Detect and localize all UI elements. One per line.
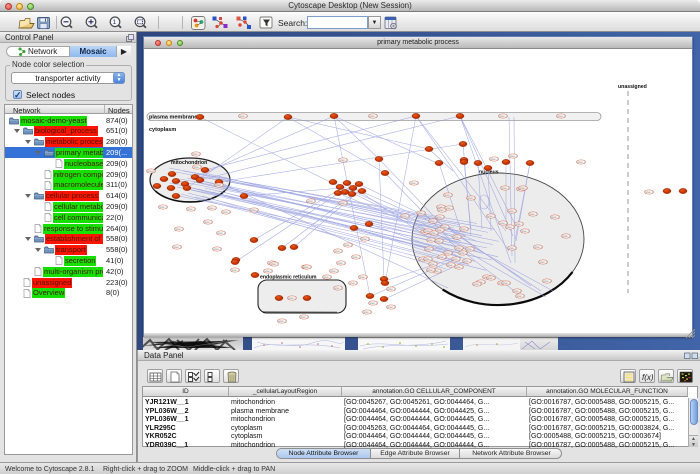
svg-text:(xxx..): (xxx..) [435, 239, 443, 243]
svg-text:(xxx..): (xxx..) [387, 305, 395, 309]
svg-text:(xxx..): (xxx..) [215, 183, 223, 187]
svg-text:(xxx..): (xxx..) [436, 215, 444, 219]
svg-text:(xxx..): (xxx..) [369, 114, 377, 118]
svg-text:(xxx..): (xxx..) [359, 275, 367, 279]
svg-text:(xxx..): (xxx..) [349, 281, 357, 285]
svg-text:(xxx..): (xxx..) [339, 158, 347, 162]
svg-text:(xxx..): (xxx..) [401, 214, 409, 218]
svg-text:(xxx..): (xxx..) [452, 257, 460, 261]
svg-text:(xxx..): (xxx..) [361, 237, 369, 241]
svg-text:(xxx..): (xxx..) [278, 319, 286, 323]
svg-text:unassigned: unassigned [618, 84, 647, 90]
svg-text:(xxx..): (xxx..) [562, 234, 570, 238]
svg-text:(xxx..): (xxx..) [438, 255, 446, 259]
svg-text:(xxx..): (xxx..) [513, 289, 521, 293]
svg-text:(xxx..): (xxx..) [387, 287, 395, 291]
svg-text:(xxx..): (xxx..) [508, 246, 516, 250]
svg-text:(xxx..): (xxx..) [264, 269, 272, 273]
svg-text:(xxx..): (xxx..) [334, 249, 342, 253]
svg-text:(xxx..): (xxx..) [159, 205, 167, 209]
svg-text:(xxx..): (xxx..) [490, 157, 498, 161]
svg-text:endoplasmic reticulum: endoplasmic reticulum [260, 275, 317, 281]
svg-text:(xxx..): (xxx..) [417, 211, 425, 215]
svg-text:(xxx..): (xxx..) [288, 296, 296, 300]
svg-text:(xxx..): (xxx..) [300, 315, 308, 319]
svg-text:(xxx..): (xxx..) [487, 214, 495, 218]
svg-text:(xxx..): (xxx..) [427, 268, 435, 272]
svg-text:(xxx..): (xxx..) [213, 247, 221, 251]
svg-text:(xxx..): (xxx..) [429, 219, 437, 223]
svg-text:(xxx..): (xxx..) [499, 114, 507, 118]
svg-text:(xxx..): (xxx..) [515, 222, 523, 226]
svg-text:(xxx..): (xxx..) [147, 169, 155, 173]
svg-text:(xxx..): (xxx..) [427, 238, 435, 242]
svg-text:(xxx..): (xxx..) [519, 186, 527, 190]
svg-text:(xxx..): (xxx..) [352, 255, 360, 259]
svg-text:(xxx..): (xxx..) [204, 220, 212, 224]
svg-text:cytoplasm: cytoplasm [149, 127, 176, 133]
svg-text:(xxx..): (xxx..) [506, 225, 514, 229]
svg-text:(xxx..): (xxx..) [410, 181, 418, 185]
svg-text:(xxx..): (xxx..) [173, 245, 181, 249]
svg-text:(xxx..): (xxx..) [509, 154, 517, 158]
svg-text:(xxx..): (xxx..) [222, 210, 230, 214]
svg-text:(xxx..): (xxx..) [250, 208, 258, 212]
svg-text:(xxx..): (xxx..) [217, 231, 225, 235]
svg-text:(xxx..): (xxx..) [463, 259, 471, 263]
svg-text:(xxx..): (xxx..) [539, 260, 547, 264]
svg-text:(xxx..): (xxx..) [501, 186, 509, 190]
svg-text:mitochondrion: mitochondrion [171, 160, 207, 166]
svg-text:(xxx..): (xxx..) [453, 235, 461, 239]
svg-text:(xxx..): (xxx..) [430, 231, 438, 235]
svg-text:(xxx..): (xxx..) [330, 269, 338, 273]
svg-text:(xxx..): (xxx..) [429, 262, 437, 266]
svg-text:f(x): f(x) [642, 373, 654, 382]
svg-text:(xxx..): (xxx..) [508, 209, 516, 213]
svg-text:(xxx..): (xxx..) [231, 268, 239, 272]
svg-text:plasma membrane: plasma membrane [149, 115, 197, 121]
svg-text:(xxx..): (xxx..) [534, 245, 542, 249]
svg-text:(xxx..): (xxx..) [303, 265, 311, 269]
svg-text:(xxx..): (xxx..) [459, 251, 467, 255]
svg-text:(xxx..): (xxx..) [445, 206, 453, 210]
svg-text:(xxx..): (xxx..) [193, 165, 201, 169]
svg-text:(xxx..): (xxx..) [455, 265, 463, 269]
svg-text:(xxx..): (xxx..) [455, 246, 463, 250]
svg-text:(xxx..): (xxx..) [444, 193, 452, 197]
svg-text:(xxx..): (xxx..) [460, 227, 468, 231]
svg-text:(xxx..): (xxx..) [645, 190, 653, 194]
svg-text:(xxx..): (xxx..) [557, 114, 565, 118]
svg-text:(xxx..): (xxx..) [551, 215, 559, 219]
svg-text:(xxx..): (xxx..) [444, 251, 452, 255]
svg-text:(xxx..): (xxx..) [467, 196, 475, 200]
svg-text:(xxx..): (xxx..) [424, 257, 432, 261]
svg-text:(xxx..): (xxx..) [502, 281, 510, 285]
svg-text:(xxx..): (xxx..) [577, 160, 585, 164]
svg-text:(xxx..): (xxx..) [334, 286, 342, 290]
svg-text:(xxx..): (xxx..) [473, 282, 481, 286]
svg-text:(xxx..): (xxx..) [543, 279, 551, 283]
svg-text:(xxx..): (xxx..) [208, 206, 216, 210]
svg-text:(xxx..): (xxx..) [175, 227, 183, 231]
svg-text:(xxx..): (xxx..) [487, 276, 495, 280]
svg-text:(xxx..): (xxx..) [425, 247, 433, 251]
svg-text:(xxx..): (xxx..) [323, 275, 331, 279]
svg-text:(xxx..): (xxx..) [447, 263, 455, 267]
svg-text:(xxx..): (xxx..) [307, 199, 315, 203]
svg-text:(xxx..): (xxx..) [270, 262, 278, 266]
svg-text:(xxx..): (xxx..) [337, 261, 345, 265]
svg-text:(xxx..): (xxx..) [363, 310, 371, 314]
svg-text:(xxx..): (xxx..) [369, 301, 377, 305]
svg-text:(xxx..): (xxx..) [529, 212, 537, 216]
svg-text:(xxx..): (xxx..) [339, 201, 347, 205]
svg-text:(xxx..): (xxx..) [344, 243, 352, 247]
svg-text:(xxx..): (xxx..) [187, 207, 195, 211]
svg-text:(xxx..): (xxx..) [192, 152, 200, 156]
svg-text:(xxx..): (xxx..) [521, 229, 529, 233]
svg-text:(xxx..): (xxx..) [516, 294, 524, 298]
svg-text:(xxx..): (xxx..) [239, 114, 247, 118]
svg-text:(xxx..): (xxx..) [466, 247, 474, 251]
